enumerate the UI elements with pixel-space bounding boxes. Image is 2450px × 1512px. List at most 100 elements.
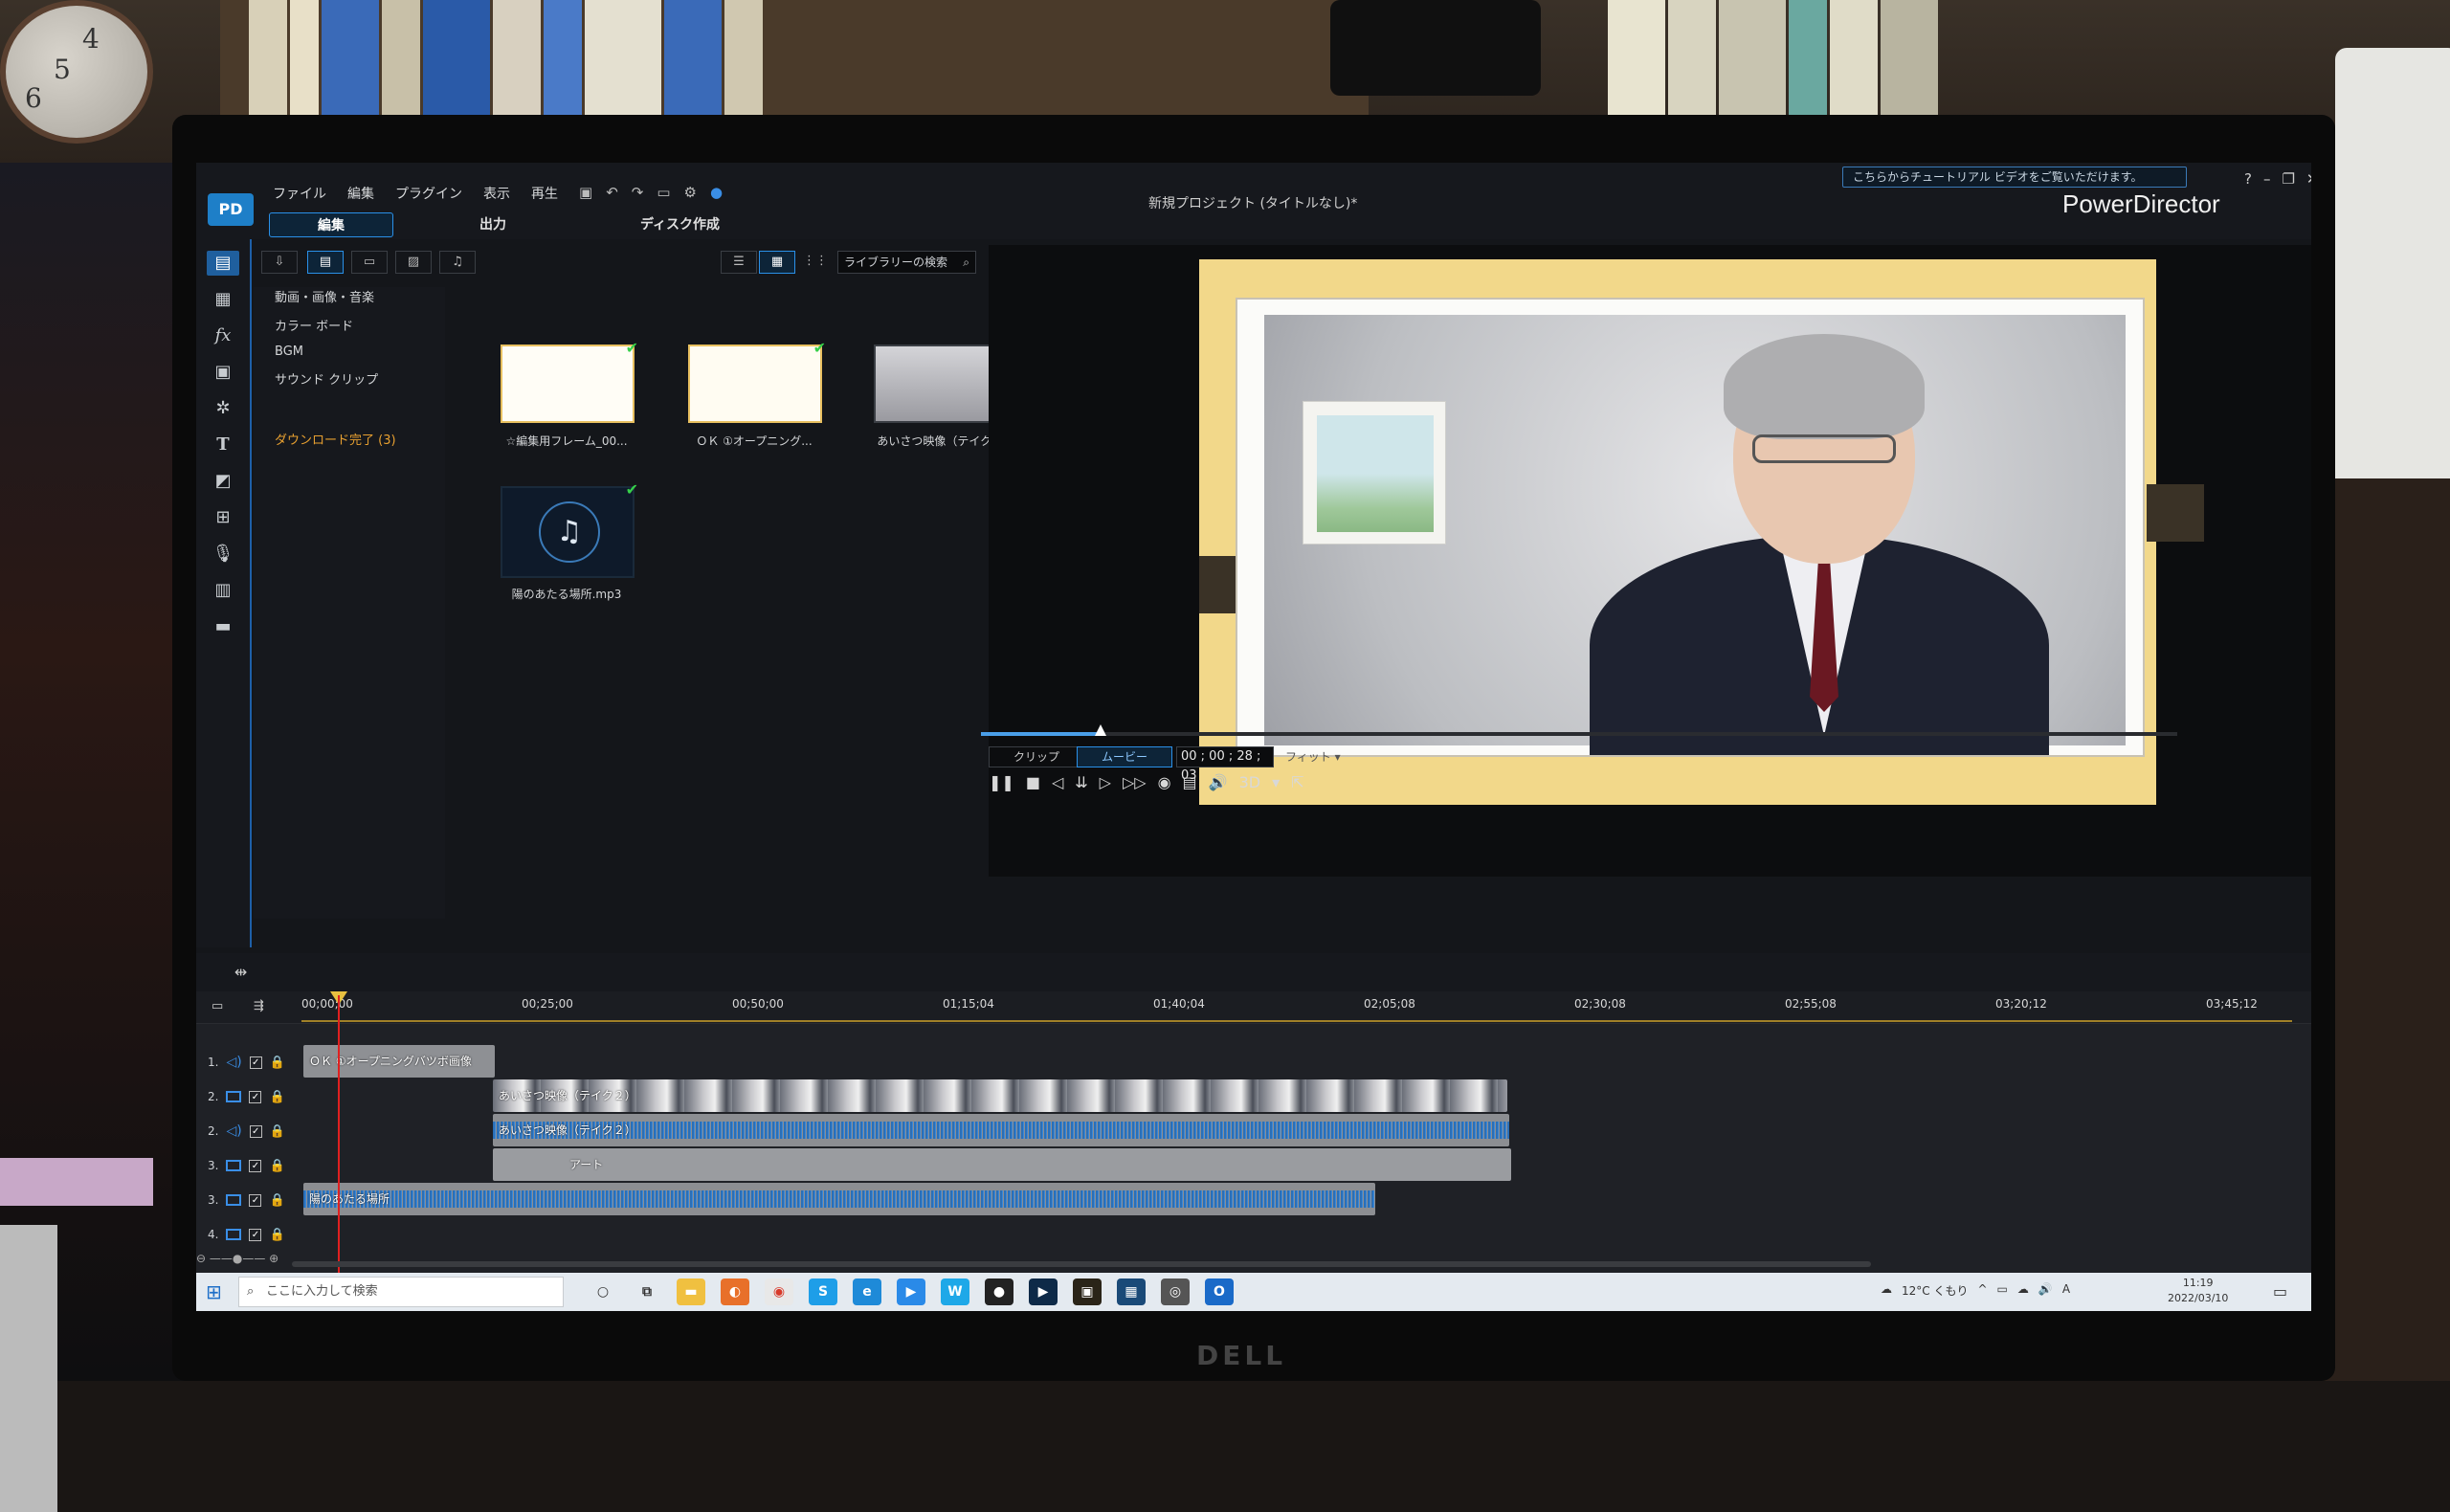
timeline-zoom[interactable]: ⊖ ——●—— ⊕ <box>196 1252 292 1275</box>
fit-timeline-icon[interactable]: ⇹ <box>234 963 247 981</box>
fit-dropdown[interactable]: フィット ▾ <box>1285 748 1341 765</box>
pause-icon[interactable]: ❚❚ <box>989 773 1014 791</box>
media-thumb-opening[interactable]: ✔ <box>688 339 826 423</box>
thumbnail-view-icon[interactable]: ▦ <box>759 251 795 274</box>
track-enable-checkbox[interactable]: ✓ <box>249 1056 262 1069</box>
webex-icon[interactable]: W <box>941 1279 969 1305</box>
obs-icon[interactable]: ● <box>985 1279 1013 1305</box>
tab-produce[interactable]: 出力 <box>432 212 554 237</box>
task-view-icon[interactable]: ⧉ <box>633 1279 661 1305</box>
filter-all-icon[interactable]: ▤ <box>307 251 344 274</box>
save-icon[interactable]: ▣ <box>579 184 592 201</box>
file-explorer-icon[interactable]: ▬ <box>677 1279 705 1305</box>
cortana-icon[interactable]: ○ <box>589 1279 617 1305</box>
video-track-icon[interactable] <box>226 1091 242 1102</box>
aspect-ratio-icon[interactable]: ▭ <box>657 184 670 201</box>
lock-icon[interactable]: 🔒 <box>269 1159 284 1173</box>
clip-greeting-audio[interactable]: あいさつ映像（テイク２） <box>493 1114 1509 1146</box>
timeline-ruler[interactable]: ▭ ⇶ 00;00;00 00;25;00 00;50;00 01;15;04 … <box>196 991 2311 1024</box>
ime-indicator[interactable]: A <box>2062 1282 2070 1299</box>
volume-icon[interactable]: 🔊 <box>1209 773 1228 791</box>
details-view-icon[interactable]: ☰ <box>721 251 757 274</box>
volume-icon[interactable]: 🔊 <box>2038 1282 2053 1299</box>
preview-scrubber[interactable] <box>981 724 2177 736</box>
menu-playback[interactable]: 再生 <box>531 184 558 203</box>
media-thumb-music[interactable]: ✔ ♫ <box>501 480 638 578</box>
minimize-icon[interactable]: – <box>2263 170 2271 188</box>
outlook-icon[interactable]: O <box>1205 1279 1234 1305</box>
movie-mode-button[interactable]: ムービー <box>1077 746 1172 767</box>
taskbar-clock[interactable]: 11:19 2022/03/10 <box>2168 1276 2228 1306</box>
weather-text[interactable]: 12°C くもり <box>1902 1282 1968 1299</box>
chevron-down-icon[interactable]: ▾ <box>1272 773 1280 791</box>
clip-opening[interactable]: ＯＫ ①オープニングバツボ画像 <box>303 1045 495 1078</box>
category-color-board[interactable]: カラー ボード <box>275 316 445 334</box>
chevron-up-icon[interactable]: ^ <box>1977 1282 1987 1299</box>
next-frame-icon[interactable]: ▷ <box>1100 773 1111 791</box>
help-icon[interactable]: ? <box>2244 170 2252 188</box>
snapshot-icon[interactable]: ◉ <box>1158 773 1171 791</box>
category-media[interactable]: 動画・画像・音楽 <box>275 287 445 305</box>
camera-app-icon[interactable]: ◎ <box>1161 1279 1190 1305</box>
timeline-scrollbar[interactable] <box>292 1261 1871 1267</box>
three-d-toggle[interactable]: 3D <box>1239 773 1261 791</box>
clip-mode-button[interactable]: クリップ <box>989 746 1084 767</box>
category-downloaded[interactable]: ダウンロード完了 (3) <box>275 430 445 448</box>
tab-disc[interactable]: ディスク作成 <box>592 212 768 237</box>
photo-app-icon[interactable]: ▦ <box>1117 1279 1146 1305</box>
chapter-room-icon[interactable]: ▥ <box>207 578 239 603</box>
transition-room-icon[interactable]: ◩ <box>207 469 239 494</box>
track-enable-checkbox[interactable]: ✓ <box>249 1124 262 1138</box>
gear-icon[interactable]: ⚙ <box>684 184 697 201</box>
filter-image-icon[interactable]: ▨ <box>395 251 432 274</box>
effects-room-icon[interactable]: fx <box>207 323 239 348</box>
audio-track-icon[interactable]: ◁) <box>226 1123 241 1139</box>
chrome-icon[interactable]: ◉ <box>765 1279 793 1305</box>
undo-icon[interactable]: ↶ <box>606 184 618 201</box>
clip-art[interactable]: アート <box>493 1148 1511 1181</box>
category-bgm[interactable]: BGM <box>275 345 445 359</box>
clip-music[interactable]: 陽のあたる場所 <box>303 1183 1375 1215</box>
video-track-icon[interactable] <box>226 1194 242 1206</box>
clip-greeting-video[interactable]: あいさつ映像（テイク２） <box>493 1079 1507 1112</box>
storyboard-icon[interactable]: ⇶ <box>254 999 264 1013</box>
timecode-field[interactable]: 00 ; 00 ; 28 ; 03 <box>1176 746 1274 783</box>
import-icon[interactable]: ⇩ <box>261 251 298 274</box>
track-enable-checkbox[interactable]: ✓ <box>249 1228 262 1241</box>
firefox-icon[interactable]: ◐ <box>721 1279 749 1305</box>
search-icon[interactable]: ⌕ <box>963 252 969 273</box>
media-thumb-greeting[interactable]: ✔ <box>874 339 1012 423</box>
zoom-icon[interactable]: ▶ <box>897 1279 925 1305</box>
particle-room-icon[interactable]: ✲ <box>207 396 239 421</box>
onedrive-icon[interactable]: ☁ <box>2017 1282 2029 1299</box>
taskbar-search[interactable]: ⌕ ここに入力して検索 <box>238 1277 564 1307</box>
fast-forward-icon[interactable]: ▷▷ <box>1123 773 1147 791</box>
edge-icon[interactable]: e <box>853 1279 881 1305</box>
track-manager-icon[interactable]: ▭ <box>212 999 223 1013</box>
audio-track-icon[interactable]: ◁) <box>226 1055 241 1070</box>
grid-view-icon[interactable]: ⋮⋮ <box>797 251 834 274</box>
filter-audio-icon[interactable]: ♫ <box>439 251 476 274</box>
tutorial-banner[interactable]: こちらからチュートリアル ビデオをご覧いただけます。 <box>1842 167 2187 188</box>
menu-file[interactable]: ファイル <box>273 184 326 203</box>
tab-edit[interactable]: 編集 <box>269 212 393 237</box>
title-room-icon[interactable]: T <box>207 433 239 457</box>
menu-plugins[interactable]: プラグイン <box>395 184 462 203</box>
subtitle-room-icon[interactable]: ▬ <box>207 614 239 639</box>
windows-start-icon[interactable]: ⊞ <box>206 1280 222 1303</box>
redo-icon[interactable]: ↷ <box>632 184 644 201</box>
track-enable-checkbox[interactable]: ✓ <box>249 1090 262 1103</box>
track-enable-checkbox[interactable]: ✓ <box>249 1159 262 1172</box>
undock-icon[interactable]: ⇱ <box>1291 773 1303 791</box>
weather-icon[interactable]: ☁ <box>1881 1282 1892 1299</box>
close-icon[interactable]: ✕ <box>2306 170 2311 188</box>
lock-icon[interactable]: 🔒 <box>270 1056 285 1070</box>
powerdirector-icon[interactable]: ▶ <box>1029 1279 1058 1305</box>
video-app-icon[interactable]: ▣ <box>1073 1279 1102 1305</box>
category-sound-clip[interactable]: サウンド クリップ <box>275 369 445 388</box>
menu-view[interactable]: 表示 <box>483 184 510 203</box>
menu-edit[interactable]: 編集 <box>347 184 374 203</box>
restore-icon[interactable]: ❐ <box>2282 170 2294 188</box>
skype-icon[interactable]: S <box>809 1279 837 1305</box>
lock-icon[interactable]: 🔒 <box>269 1228 284 1242</box>
